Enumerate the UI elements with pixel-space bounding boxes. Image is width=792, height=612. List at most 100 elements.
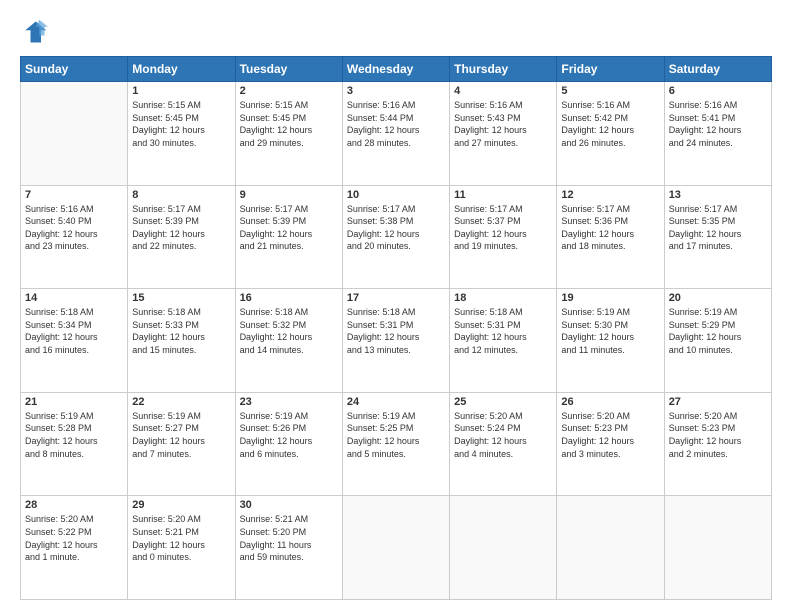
day-info: Sunrise: 5:16 AM Sunset: 5:44 PM Dayligh… bbox=[347, 99, 445, 149]
day-number: 30 bbox=[240, 499, 338, 511]
day-number: 8 bbox=[132, 189, 230, 201]
day-number: 16 bbox=[240, 292, 338, 304]
day-info: Sunrise: 5:20 AM Sunset: 5:23 PM Dayligh… bbox=[561, 410, 659, 460]
day-info: Sunrise: 5:16 AM Sunset: 5:40 PM Dayligh… bbox=[25, 203, 123, 253]
calendar-cell: 14 Sunrise: 5:18 AM Sunset: 5:34 PM Dayli… bbox=[21, 289, 128, 393]
day-number: 13 bbox=[669, 189, 767, 201]
calendar-cell: 4 Sunrise: 5:16 AM Sunset: 5:43 PM Daylig… bbox=[450, 82, 557, 186]
calendar-cell: 22Sunrise: 5:19 AM Sunset: 5:27 PM Dayli… bbox=[128, 392, 235, 496]
calendar-cell bbox=[450, 496, 557, 600]
day-info: Sunrise: 5:18 AM Sunset: 5:31 PM Dayligh… bbox=[454, 306, 552, 356]
day-info: Sunrise: 5:17 AM Sunset: 5:38 PM Dayligh… bbox=[347, 203, 445, 253]
calendar-header-wednesday: Wednesday bbox=[342, 57, 449, 82]
calendar-cell: 16 Sunrise: 5:18 AM Sunset: 5:32 PM Dayli… bbox=[235, 289, 342, 393]
day-info: Sunrise: 5:16 AM Sunset: 5:41 PM Dayligh… bbox=[669, 99, 767, 149]
calendar-cell: 12 Sunrise: 5:17 AM Sunset: 5:36 PM Dayli… bbox=[557, 185, 664, 289]
day-info: Sunrise: 5:18 AM Sunset: 5:31 PM Dayligh… bbox=[347, 306, 445, 356]
calendar-cell bbox=[664, 496, 771, 600]
calendar-cell: 26 Sunrise: 5:20 AM Sunset: 5:23 PM Dayli… bbox=[557, 392, 664, 496]
calendar-cell: 17 Sunrise: 5:18 AM Sunset: 5:31 PM Dayli… bbox=[342, 289, 449, 393]
calendar-week-row: 1 Sunrise: 5:15 AM Sunset: 5:45 PM Daylig… bbox=[21, 82, 772, 186]
day-number: 28 bbox=[25, 499, 123, 511]
day-info: Sunrise: 5:16 AM Sunset: 5:43 PM Dayligh… bbox=[454, 99, 552, 149]
day-number: 23 bbox=[240, 396, 338, 408]
day-number: 3 bbox=[347, 85, 445, 97]
day-number: 26 bbox=[561, 396, 659, 408]
day-number: 18 bbox=[454, 292, 552, 304]
calendar-cell: 24 Sunrise: 5:19 AM Sunset: 5:25 PM Dayli… bbox=[342, 392, 449, 496]
calendar-cell: 5Sunrise: 5:16 AM Sunset: 5:42 PM Daylig… bbox=[557, 82, 664, 186]
calendar-week-row: 14 Sunrise: 5:18 AM Sunset: 5:34 PM Dayli… bbox=[21, 289, 772, 393]
day-info: Sunrise: 5:15 AM Sunset: 5:45 PM Dayligh… bbox=[132, 99, 230, 149]
logo-icon bbox=[20, 18, 48, 46]
day-info: Sunrise: 5:19 AM Sunset: 5:26 PM Dayligh… bbox=[240, 410, 338, 460]
calendar-cell: 6 Sunrise: 5:16 AM Sunset: 5:41 PM Daylig… bbox=[664, 82, 771, 186]
calendar-cell: 27 Sunrise: 5:20 AM Sunset: 5:23 PM Dayli… bbox=[664, 392, 771, 496]
day-info: Sunrise: 5:20 AM Sunset: 5:23 PM Dayligh… bbox=[669, 410, 767, 460]
day-number: 27 bbox=[669, 396, 767, 408]
calendar-header-sunday: Sunday bbox=[21, 57, 128, 82]
calendar-cell: 3 Sunrise: 5:16 AM Sunset: 5:44 PM Daylig… bbox=[342, 82, 449, 186]
day-info: Sunrise: 5:19 AM Sunset: 5:29 PM Dayligh… bbox=[669, 306, 767, 356]
day-number: 24 bbox=[347, 396, 445, 408]
day-info: Sunrise: 5:17 AM Sunset: 5:37 PM Dayligh… bbox=[454, 203, 552, 253]
day-info: Sunrise: 5:20 AM Sunset: 5:22 PM Dayligh… bbox=[25, 513, 123, 563]
calendar-cell: 18 Sunrise: 5:18 AM Sunset: 5:31 PM Dayli… bbox=[450, 289, 557, 393]
calendar-cell bbox=[21, 82, 128, 186]
calendar-header-row: SundayMondayTuesdayWednesdayThursdayFrid… bbox=[21, 57, 772, 82]
calendar-cell: 15Sunrise: 5:18 AM Sunset: 5:33 PM Dayli… bbox=[128, 289, 235, 393]
calendar-header-friday: Friday bbox=[557, 57, 664, 82]
calendar-cell: 13Sunrise: 5:17 AM Sunset: 5:35 PM Dayli… bbox=[664, 185, 771, 289]
page: SundayMondayTuesdayWednesdayThursdayFrid… bbox=[0, 0, 792, 612]
calendar-week-row: 7Sunrise: 5:16 AM Sunset: 5:40 PM Daylig… bbox=[21, 185, 772, 289]
day-number: 22 bbox=[132, 396, 230, 408]
calendar-cell: 1 Sunrise: 5:15 AM Sunset: 5:45 PM Daylig… bbox=[128, 82, 235, 186]
day-info: Sunrise: 5:21 AM Sunset: 5:20 PM Dayligh… bbox=[240, 513, 338, 563]
calendar-cell: 8Sunrise: 5:17 AM Sunset: 5:39 PM Daylig… bbox=[128, 185, 235, 289]
calendar-cell: 29Sunrise: 5:20 AM Sunset: 5:21 PM Dayli… bbox=[128, 496, 235, 600]
calendar-cell: 20 Sunrise: 5:19 AM Sunset: 5:29 PM Dayli… bbox=[664, 289, 771, 393]
calendar-cell: 30 Sunrise: 5:21 AM Sunset: 5:20 PM Dayli… bbox=[235, 496, 342, 600]
day-number: 12 bbox=[561, 189, 659, 201]
day-number: 20 bbox=[669, 292, 767, 304]
calendar-cell bbox=[342, 496, 449, 600]
day-number: 10 bbox=[347, 189, 445, 201]
calendar-week-row: 28 Sunrise: 5:20 AM Sunset: 5:22 PM Dayli… bbox=[21, 496, 772, 600]
day-number: 25 bbox=[454, 396, 552, 408]
day-number: 5 bbox=[561, 85, 659, 97]
calendar-cell: 2 Sunrise: 5:15 AM Sunset: 5:45 PM Daylig… bbox=[235, 82, 342, 186]
day-info: Sunrise: 5:18 AM Sunset: 5:32 PM Dayligh… bbox=[240, 306, 338, 356]
day-info: Sunrise: 5:17 AM Sunset: 5:36 PM Dayligh… bbox=[561, 203, 659, 253]
calendar-cell: 11Sunrise: 5:17 AM Sunset: 5:37 PM Dayli… bbox=[450, 185, 557, 289]
day-number: 14 bbox=[25, 292, 123, 304]
calendar-cell: 7Sunrise: 5:16 AM Sunset: 5:40 PM Daylig… bbox=[21, 185, 128, 289]
day-info: Sunrise: 5:20 AM Sunset: 5:24 PM Dayligh… bbox=[454, 410, 552, 460]
calendar-cell: 23 Sunrise: 5:19 AM Sunset: 5:26 PM Dayli… bbox=[235, 392, 342, 496]
calendar-cell: 21Sunrise: 5:19 AM Sunset: 5:28 PM Dayli… bbox=[21, 392, 128, 496]
day-number: 1 bbox=[132, 85, 230, 97]
calendar-cell bbox=[557, 496, 664, 600]
day-number: 15 bbox=[132, 292, 230, 304]
day-info: Sunrise: 5:17 AM Sunset: 5:39 PM Dayligh… bbox=[240, 203, 338, 253]
day-number: 29 bbox=[132, 499, 230, 511]
calendar-header-saturday: Saturday bbox=[664, 57, 771, 82]
header bbox=[20, 18, 772, 46]
day-info: Sunrise: 5:15 AM Sunset: 5:45 PM Dayligh… bbox=[240, 99, 338, 149]
calendar-header-tuesday: Tuesday bbox=[235, 57, 342, 82]
day-info: Sunrise: 5:19 AM Sunset: 5:25 PM Dayligh… bbox=[347, 410, 445, 460]
day-info: Sunrise: 5:18 AM Sunset: 5:34 PM Dayligh… bbox=[25, 306, 123, 356]
calendar-table: SundayMondayTuesdayWednesdayThursdayFrid… bbox=[20, 56, 772, 600]
calendar-cell: 19Sunrise: 5:19 AM Sunset: 5:30 PM Dayli… bbox=[557, 289, 664, 393]
day-info: Sunrise: 5:19 AM Sunset: 5:28 PM Dayligh… bbox=[25, 410, 123, 460]
calendar-week-row: 21Sunrise: 5:19 AM Sunset: 5:28 PM Dayli… bbox=[21, 392, 772, 496]
logo bbox=[20, 18, 52, 46]
day-number: 4 bbox=[454, 85, 552, 97]
day-number: 9 bbox=[240, 189, 338, 201]
day-number: 2 bbox=[240, 85, 338, 97]
day-number: 17 bbox=[347, 292, 445, 304]
day-info: Sunrise: 5:19 AM Sunset: 5:30 PM Dayligh… bbox=[561, 306, 659, 356]
day-number: 6 bbox=[669, 85, 767, 97]
calendar-cell: 10 Sunrise: 5:17 AM Sunset: 5:38 PM Dayli… bbox=[342, 185, 449, 289]
calendar-cell: 9 Sunrise: 5:17 AM Sunset: 5:39 PM Daylig… bbox=[235, 185, 342, 289]
calendar-header-thursday: Thursday bbox=[450, 57, 557, 82]
